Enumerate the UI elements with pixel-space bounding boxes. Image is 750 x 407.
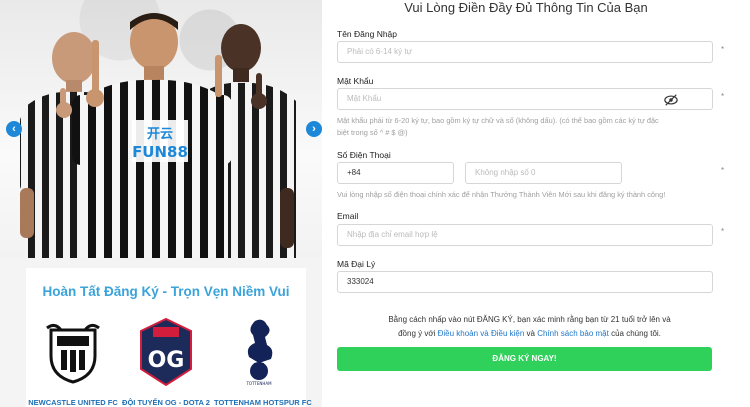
agent-code-label: Mã Đại Lý <box>337 259 376 269</box>
terms-conditions-link[interactable]: Điều khoản và Điều kiện <box>438 329 525 338</box>
email-label: Email <box>337 211 359 221</box>
team-name: TOTTENHAM HOTSPUR FC <box>214 398 312 407</box>
newcastle-crest-icon <box>28 316 118 388</box>
terms-text: Bằng cách nhấp vào nút ĐĂNG KÝ, bạn xác … <box>352 313 707 341</box>
svg-text:OG: OG <box>148 348 185 373</box>
required-mark: * <box>721 166 725 175</box>
player-banner: 开云 FUN88 ‹ › <box>0 0 322 258</box>
required-mark: * <box>721 45 725 54</box>
player-image-center: 开云 FUN88 <box>72 13 232 258</box>
password-hint: Mật khẩu phải từ 6-20 ký tự, bao gồm ký … <box>337 116 659 137</box>
team-newcastle[interactable]: NEWCASTLE UNITED FC <box>28 316 118 407</box>
sponsor-text-cn: 开云 <box>147 127 173 142</box>
team-name: ĐỘI TUYỂN OG - DOTA 2 <box>122 398 210 407</box>
country-code-input[interactable]: +84 <box>337 162 454 184</box>
terms-agree-text: đồng ý với <box>398 329 436 338</box>
team-og[interactable]: OG ĐỘI TUYỂN OG - DOTA 2 <box>121 316 211 407</box>
eye-slash-icon[interactable] <box>664 93 678 107</box>
form-title: Vui Lòng Điền Đầy Đủ Thông Tin Của Bạn <box>404 0 648 15</box>
required-mark: * <box>721 227 725 236</box>
password-input[interactable]: Mật Khẩu <box>337 88 713 110</box>
team-name: NEWCASTLE UNITED FC <box>28 398 118 407</box>
svg-text:TOTTENHAM: TOTTENHAM <box>245 381 272 386</box>
phone-label: Số Điện Thoại <box>337 150 391 160</box>
terms-end-text: của chúng tôi. <box>611 329 661 338</box>
carousel-next-button[interactable]: › <box>306 121 322 137</box>
terms-and-text: và <box>526 329 535 338</box>
username-label: Tên Đăng Nhập <box>337 29 398 39</box>
left-panel: 开云 FUN88 ‹ › Hoàn Tất Đăng Ký - Trọn Vẹn… <box>0 0 322 407</box>
terms-line-1: Bằng cách nhấp vào nút ĐĂNG KÝ, bạn xác … <box>388 315 671 324</box>
required-mark: * <box>721 92 725 101</box>
promo-box: Hoàn Tất Đăng Ký - Trọn Vẹn Niềm Vui NEW… <box>26 268 312 407</box>
email-input[interactable]: Nhập địa chỉ email hợp lệ <box>337 224 713 246</box>
agent-code-input[interactable]: 333024 <box>337 271 713 293</box>
register-button[interactable]: ĐĂNG KÝ NGAY! <box>337 347 712 371</box>
phone-hint: Vui lòng nhập số điện thoại chính xác để… <box>337 190 666 199</box>
tottenham-cockerel-icon: TOTTENHAM <box>214 316 304 388</box>
sponsor-text-fun88: FUN88 <box>132 143 188 161</box>
phone-input[interactable]: Không nhập số 0 <box>465 162 622 184</box>
password-label: Mật Khẩu <box>337 76 374 86</box>
og-redbull-logo-icon: OG <box>121 316 211 388</box>
username-input[interactable]: Phải có 6-14 ký tự <box>337 41 713 63</box>
privacy-policy-link[interactable]: Chính sách bảo mật <box>537 329 609 338</box>
team-tottenham[interactable]: TOTTENHAM TOTTENHAM HOTSPUR FC <box>214 316 312 407</box>
promo-title: Hoàn Tất Đăng Ký - Trọn Vẹn Niềm Vui <box>42 284 290 299</box>
carousel-prev-button[interactable]: ‹ <box>6 121 22 137</box>
